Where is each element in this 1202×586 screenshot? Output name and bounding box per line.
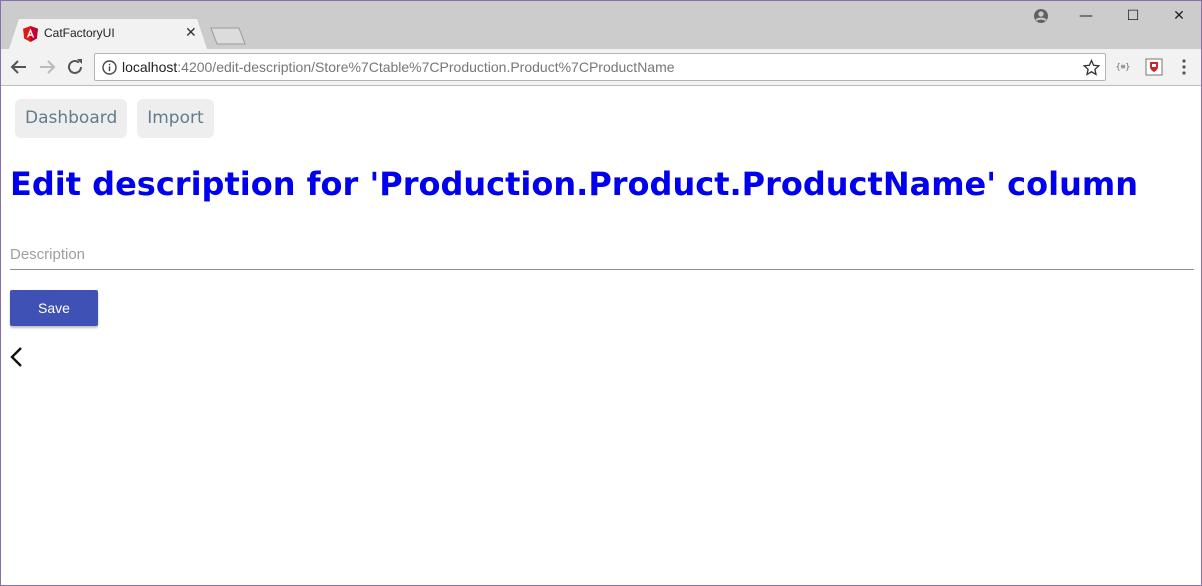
forward-arrow-icon[interactable] <box>37 57 57 77</box>
browser-toolbar: localhost:4200/edit-description/Store%7C… <box>1 49 1201 86</box>
minimize-button[interactable]: — <box>1071 5 1101 27</box>
angular-favicon-icon <box>23 26 38 42</box>
chevron-left-icon[interactable] <box>9 346 25 368</box>
description-field <box>10 237 1194 270</box>
description-input[interactable] <box>10 243 1194 265</box>
json-extension-icon[interactable]: {≡} <box>1112 58 1134 76</box>
browser-window: CatFactoryUI ✕ — ☐ ✕ localhost:4200/edit… <box>0 0 1202 586</box>
address-bar[interactable]: localhost:4200/edit-description/Store%7C… <box>94 53 1106 81</box>
maximize-button[interactable]: ☐ <box>1118 5 1148 27</box>
url-path: :4200/edit-description/Store%7Ctable%7CP… <box>177 59 675 75</box>
nav-link-import[interactable]: Import <box>137 99 214 138</box>
app-nav: Dashboard Import <box>15 99 214 138</box>
reload-icon[interactable] <box>65 57 85 77</box>
url-text[interactable]: localhost:4200/edit-description/Store%7C… <box>122 59 675 75</box>
nav-link-dashboard[interactable]: Dashboard <box>15 99 128 138</box>
profile-icon[interactable] <box>1033 8 1049 24</box>
browser-tab[interactable]: CatFactoryUI ✕ <box>9 19 207 49</box>
save-button[interactable]: Save <box>10 290 98 326</box>
page-title: Edit description for 'Production.Product… <box>10 165 1138 203</box>
tab-strip: CatFactoryUI ✕ — ☐ ✕ <box>1 1 1201 49</box>
shield-extension-icon[interactable] <box>1145 58 1163 76</box>
url-host: localhost <box>122 59 178 75</box>
close-window-button[interactable]: ✕ <box>1164 5 1194 27</box>
info-icon[interactable] <box>102 60 117 75</box>
tab-close-icon[interactable]: ✕ <box>185 24 197 42</box>
menu-icon[interactable] <box>1177 58 1191 76</box>
new-tab-icon[interactable] <box>209 27 247 45</box>
star-icon[interactable] <box>1083 59 1100 76</box>
tab-title: CatFactoryUI <box>44 26 115 40</box>
back-arrow-icon[interactable] <box>9 57 29 77</box>
